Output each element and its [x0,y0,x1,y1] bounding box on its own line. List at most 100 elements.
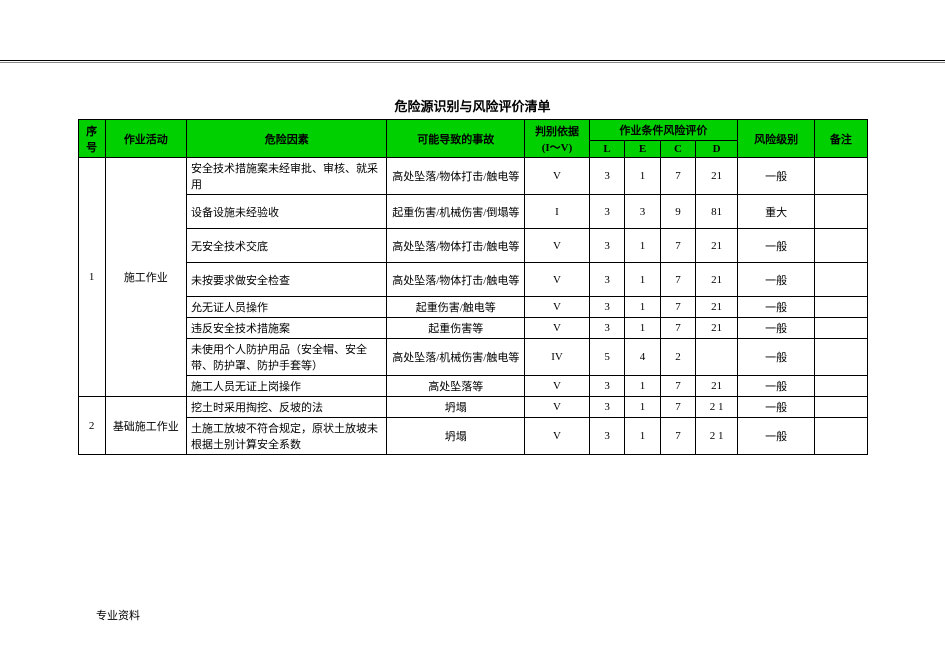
table-row: 施工人员无证上岗操作 高处坠落等 V 3 1 7 21 一般 [78,376,867,397]
th-accident: 可能导致的事故 [387,120,525,158]
page-footer-text: 专业资料 [96,607,140,623]
th-E: E [625,141,660,158]
cell-index: 1 [78,158,105,397]
cell-accident: 高处坠落/物体打击/触电等 [387,263,525,297]
cell-L: 3 [589,263,624,297]
cell-D: 21 [696,229,738,263]
cell-L: 5 [589,339,624,376]
cell-D: 81 [696,195,738,229]
cell-L: 3 [589,418,624,455]
page-top-rule-shadow [0,62,945,63]
cell-C: 2 [660,339,695,376]
cell-factor: 安全技术措施案未经审批、审核、就采用 [187,158,387,195]
table-row: 1 施工作业 安全技术措施案未经审批、审核、就采用 高处坠落/物体打击/触电等 … [78,158,867,195]
cell-note [815,263,867,297]
cell-accident: 高处坠落/物体打击/触电等 [387,158,525,195]
th-C: C [660,141,695,158]
cell-accident: 高处坠落/物体打击/触电等 [387,229,525,263]
cell-E: 1 [625,397,660,418]
th-factor: 危险因素 [187,120,387,158]
th-activity: 作业活动 [105,120,186,158]
cell-note [815,297,867,318]
cell-D: 2 1 [696,418,738,455]
th-eval-group: 作业条件风险评价 [589,120,737,141]
page: 危险源识别与风险评价清单 序号 作业活动 危险因素 可能导致的事故 判别依据(I… [0,0,945,669]
cell-D: 21 [696,158,738,195]
cell-level: 一般 [737,318,814,339]
cell-level: 一般 [737,418,814,455]
cell-accident: 坍塌 [387,397,525,418]
cell-L: 3 [589,195,624,229]
cell-D: 21 [696,263,738,297]
cell-level: 一般 [737,397,814,418]
cell-basis: V [525,318,590,339]
cell-L: 3 [589,297,624,318]
table-body: 1 施工作业 安全技术措施案未经审批、审核、就采用 高处坠落/物体打击/触电等 … [78,158,867,455]
cell-factor: 挖土时采用掏挖、反坡的法 [187,397,387,418]
cell-activity: 施工作业 [105,158,186,397]
cell-note [815,158,867,195]
cell-note [815,195,867,229]
cell-C: 7 [660,229,695,263]
cell-factor: 允无证人员操作 [187,297,387,318]
cell-basis: V [525,397,590,418]
th-D: D [696,141,738,158]
cell-factor: 施工人员无证上岗操作 [187,376,387,397]
cell-E: 1 [625,229,660,263]
cell-E: 1 [625,158,660,195]
cell-note [815,376,867,397]
cell-basis: V [525,418,590,455]
cell-C: 9 [660,195,695,229]
cell-level: 重大 [737,195,814,229]
cell-E: 1 [625,263,660,297]
table-row: 设备设施未经验收 起重伤害/机械伤害/倒塌等 I 3 3 9 81 重大 [78,195,867,229]
cell-note [815,229,867,263]
th-L: L [589,141,624,158]
cell-accident: 高处坠落/机械伤害/触电等 [387,339,525,376]
page-top-rule [0,60,945,61]
cell-C: 7 [660,158,695,195]
cell-level: 一般 [737,376,814,397]
cell-note [815,339,867,376]
cell-basis: I [525,195,590,229]
cell-C: 7 [660,397,695,418]
table-row: 无安全技术交底 高处坠落/物体打击/触电等 V 3 1 7 21 一般 [78,229,867,263]
table-row: 2 基础施工作业 挖土时采用掏挖、反坡的法 坍塌 V 3 1 7 2 1 一般 [78,397,867,418]
cell-basis: V [525,158,590,195]
cell-D: 21 [696,297,738,318]
cell-E: 3 [625,195,660,229]
cell-level: 一般 [737,263,814,297]
th-level: 风险级别 [737,120,814,158]
table-row: 未使用个人防护用品（安全帽、安全带、防护罩、防护手套等） 高处坠落/机械伤害/触… [78,339,867,376]
cell-basis: V [525,229,590,263]
cell-factor: 未使用个人防护用品（安全帽、安全带、防护罩、防护手套等） [187,339,387,376]
cell-D [696,339,738,376]
cell-accident: 高处坠落等 [387,376,525,397]
th-index: 序号 [78,120,105,158]
cell-level: 一般 [737,229,814,263]
cell-note [815,318,867,339]
cell-accident: 起重伤害等 [387,318,525,339]
table-row: 土施工放坡不符合规定，原状土放坡未根据土别计算安全系数 坍塌 V 3 1 7 2… [78,418,867,455]
cell-L: 3 [589,229,624,263]
cell-C: 7 [660,418,695,455]
table-row: 未按要求做安全检查 高处坠落/物体打击/触电等 V 3 1 7 21 一般 [78,263,867,297]
cell-L: 3 [589,376,624,397]
cell-accident: 起重伤害/机械伤害/倒塌等 [387,195,525,229]
cell-E: 1 [625,297,660,318]
cell-factor: 违反安全技术措施案 [187,318,387,339]
cell-accident: 起重伤害/触电等 [387,297,525,318]
cell-L: 3 [589,318,624,339]
th-basis: 判别依据(I～V) [525,120,590,158]
cell-basis: V [525,263,590,297]
table-row: 允无证人员操作 起重伤害/触电等 V 3 1 7 21 一般 [78,297,867,318]
cell-E: 1 [625,318,660,339]
cell-C: 7 [660,297,695,318]
cell-level: 一般 [737,158,814,195]
cell-factor: 无安全技术交底 [187,229,387,263]
cell-factor: 未按要求做安全检查 [187,263,387,297]
cell-D: 21 [696,376,738,397]
cell-basis: V [525,297,590,318]
cell-note [815,397,867,418]
cell-note [815,418,867,455]
